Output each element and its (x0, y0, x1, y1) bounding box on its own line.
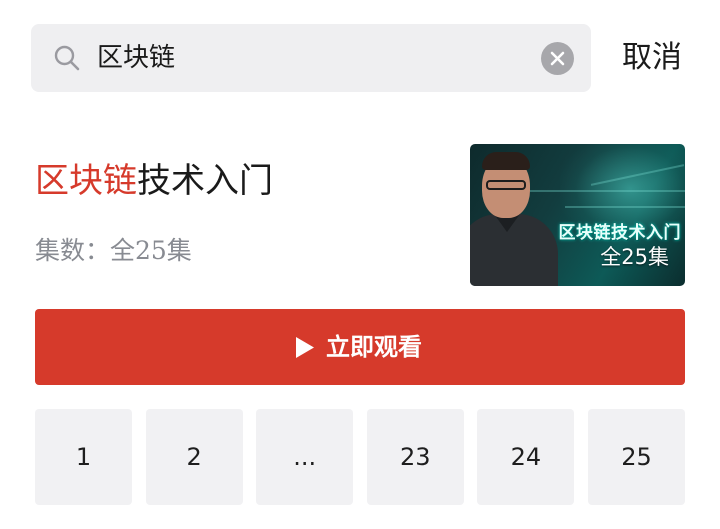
search-icon (53, 44, 81, 72)
episode-count: 集数：全25集 (35, 236, 192, 265)
thumbnail-circuit-line (530, 190, 685, 192)
episode-selector: 1 2 ... 23 24 25 (35, 409, 685, 505)
thumbnail-circuit-line (565, 206, 685, 208)
episode-button[interactable]: 25 (587, 409, 685, 505)
episode-button[interactable]: 24 (477, 409, 575, 505)
title-highlight: 区块链 (35, 161, 137, 201)
episode-button[interactable]: 2 (145, 409, 243, 505)
title-rest: 技术入门 (137, 161, 273, 201)
presenter-body (470, 214, 558, 286)
episode-button[interactable]: 23 (366, 409, 464, 505)
search-input[interactable]: 区块链 (97, 24, 175, 92)
watch-now-button[interactable]: 立即观看 (35, 309, 685, 385)
presenter-glasses (486, 180, 526, 190)
episode-button[interactable]: 1 (35, 409, 132, 505)
search-bar[interactable]: 区块链 (31, 24, 591, 92)
cancel-button[interactable]: 取消 (622, 36, 682, 80)
video-thumbnail[interactable]: 区块链技术入门 全25集 (470, 144, 685, 286)
result-title[interactable]: 区块链技术入门 (35, 158, 273, 204)
thumbnail-episode-badge: 全25集 (600, 245, 669, 269)
thumbnail-overlay-title: 区块链技术入门 (558, 223, 681, 243)
presenter-hair (482, 152, 530, 170)
play-icon (296, 337, 314, 358)
clear-icon[interactable] (541, 42, 574, 75)
episode-more-button[interactable]: ... (256, 409, 354, 505)
watch-now-label: 立即观看 (326, 333, 422, 361)
